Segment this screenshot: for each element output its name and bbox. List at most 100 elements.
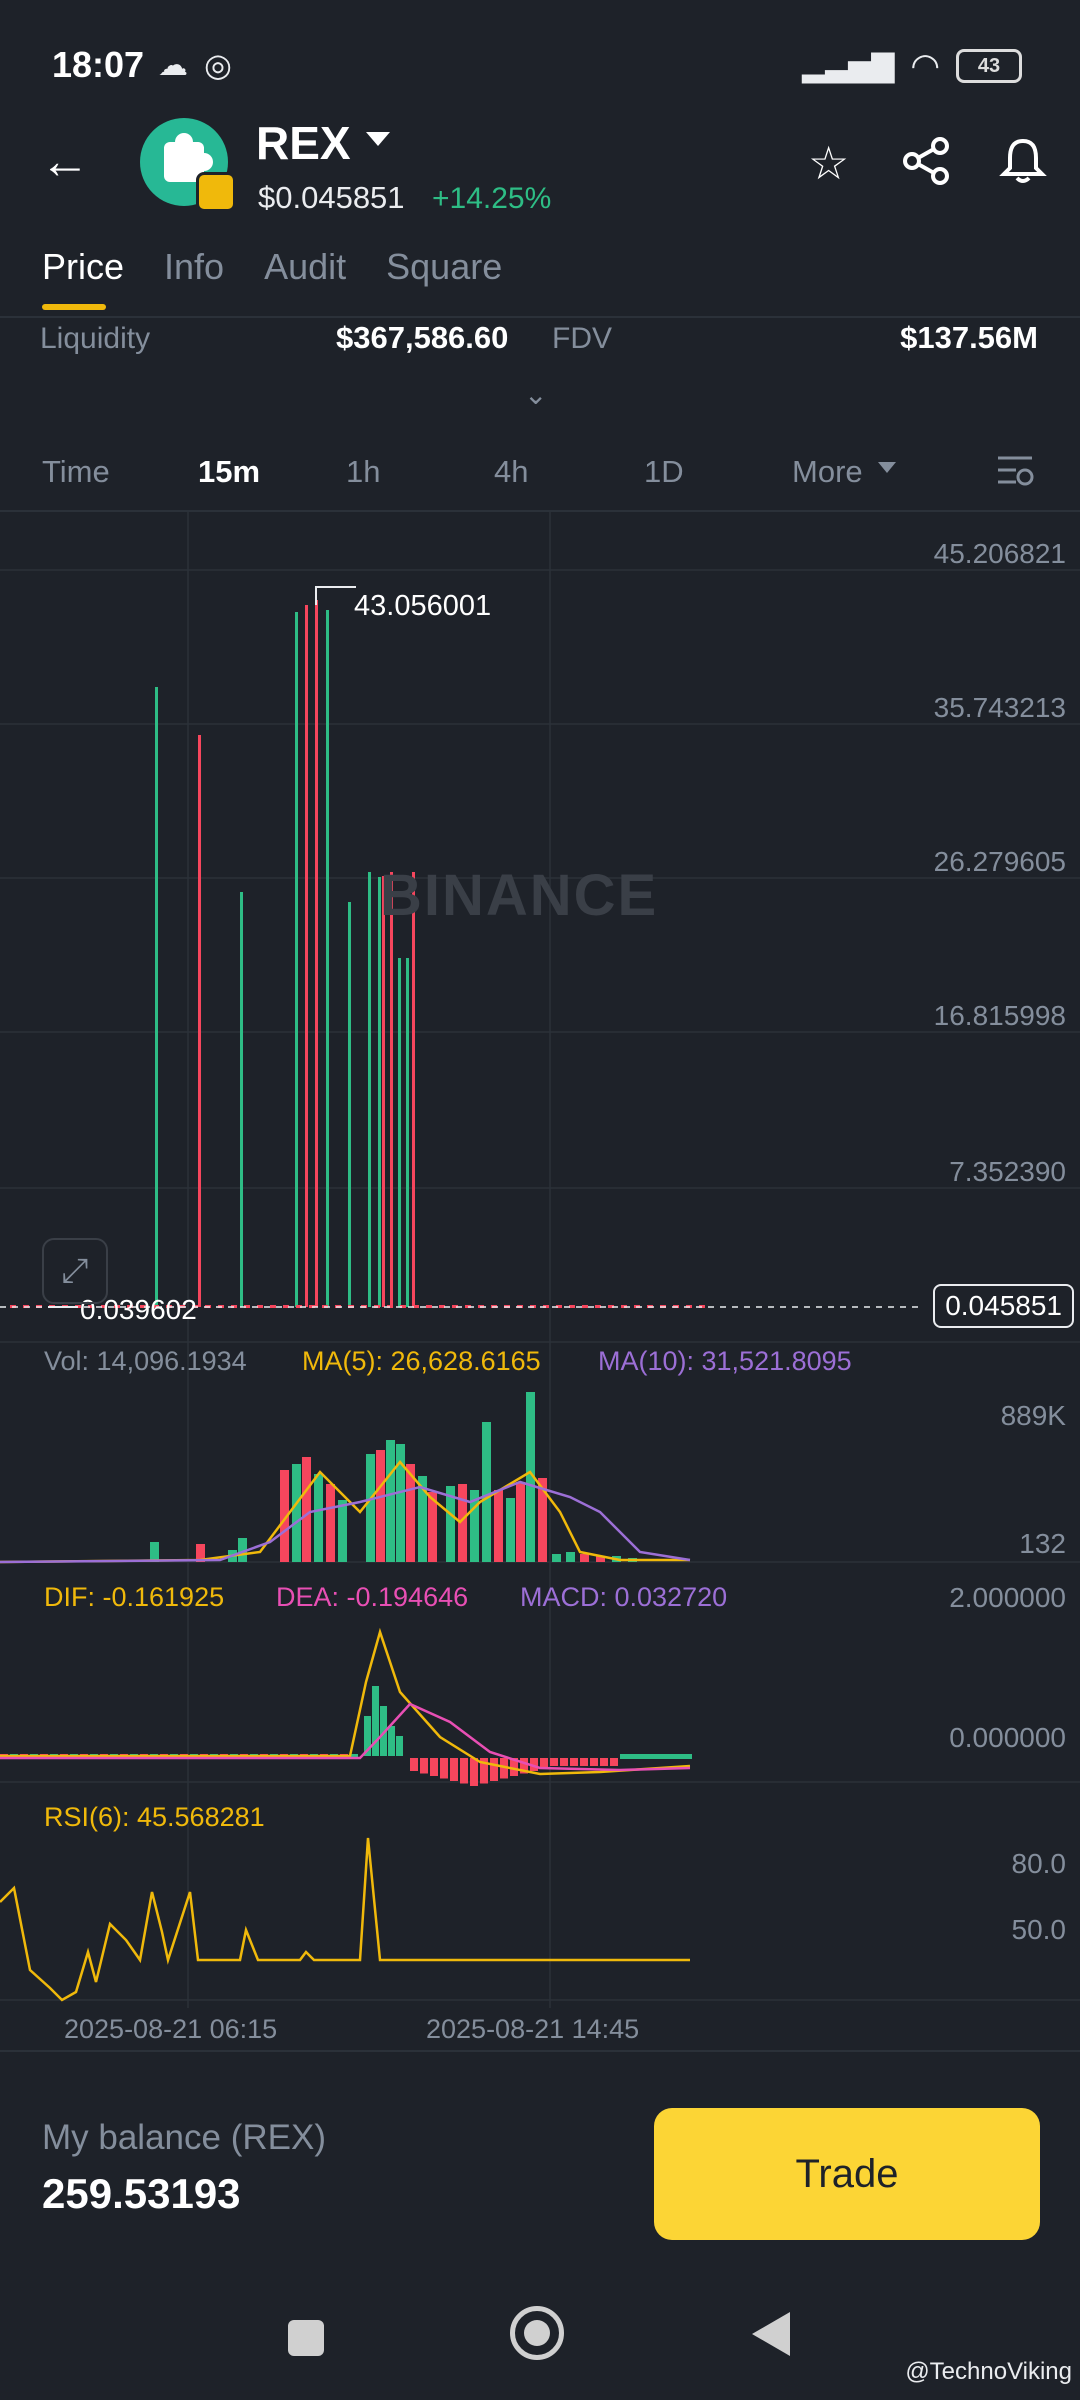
volume-bar bbox=[376, 1450, 385, 1562]
price-axis-label: 26.279605 bbox=[933, 846, 1066, 877]
volume-bar bbox=[516, 1482, 525, 1562]
candle bbox=[382, 876, 385, 1307]
macd-bar bbox=[420, 1758, 428, 1774]
candle bbox=[270, 1305, 276, 1308]
candle bbox=[398, 958, 401, 1307]
interval-1d[interactable]: 1D bbox=[644, 454, 684, 490]
volume-axis-bottom: 132 bbox=[1019, 1528, 1066, 1559]
liquidity-value: $367,586.60 bbox=[336, 320, 509, 355]
dif-line bbox=[0, 1627, 691, 1776]
star-icon[interactable]: ☆ bbox=[808, 136, 849, 190]
share-icon[interactable] bbox=[902, 136, 952, 197]
candle bbox=[326, 610, 329, 1307]
ma5-label: MA(5): 26,628.6165 bbox=[302, 1346, 541, 1376]
candle bbox=[155, 687, 158, 1307]
dea-label: DEA: -0.194646 bbox=[276, 1582, 469, 1612]
bottom-divider bbox=[0, 2050, 1080, 2052]
recents-nav-icon[interactable] bbox=[288, 2320, 324, 2356]
candle bbox=[368, 872, 371, 1307]
volume-bar bbox=[494, 1490, 503, 1562]
price-axis-label: 7.352390 bbox=[949, 1156, 1066, 1187]
price-axis-label: 16.815998 bbox=[933, 1000, 1066, 1031]
chart-settings-icon[interactable] bbox=[996, 450, 1036, 498]
macd-bar bbox=[490, 1758, 498, 1781]
price-axis-label: 45.206821 bbox=[933, 538, 1066, 569]
vol-label: Vol: 14,096.1934 bbox=[44, 1346, 247, 1376]
candle-series bbox=[10, 600, 705, 1308]
interval-15m[interactable]: 15m bbox=[198, 454, 260, 490]
high-pointer-line bbox=[315, 586, 356, 605]
token-name[interactable]: REX bbox=[256, 116, 351, 170]
macd-bar bbox=[600, 1758, 608, 1766]
candle bbox=[412, 872, 415, 1307]
tab-bar: Price Info Audit Square bbox=[42, 246, 502, 310]
macd-bar bbox=[388, 1726, 395, 1756]
candle bbox=[406, 958, 409, 1307]
home-nav-icon[interactable] bbox=[510, 2306, 564, 2360]
macd-bar bbox=[430, 1758, 438, 1776]
binance-watermark: BINANCE bbox=[380, 863, 659, 928]
volume-bar bbox=[386, 1440, 395, 1562]
price-axis-label: 35.743213 bbox=[933, 692, 1066, 723]
caret-down-icon[interactable] bbox=[366, 132, 390, 146]
tab-divider bbox=[0, 316, 1080, 318]
tab-square[interactable]: Square bbox=[386, 246, 502, 288]
macd-histogram bbox=[0, 1686, 692, 1786]
macd-bar bbox=[450, 1758, 458, 1781]
volume-bar bbox=[292, 1464, 301, 1562]
candle bbox=[390, 872, 393, 1307]
more-caret-icon[interactable] bbox=[878, 462, 896, 473]
token-price: $0.045851 bbox=[258, 180, 405, 215]
candle bbox=[240, 892, 243, 1307]
interval-more[interactable]: More bbox=[792, 454, 863, 490]
price-change: +14.25% bbox=[432, 182, 552, 215]
volume-bar bbox=[482, 1422, 491, 1562]
back-arrow-icon[interactable]: ← bbox=[40, 132, 90, 190]
macd-bar bbox=[620, 1754, 692, 1759]
macd-bar bbox=[580, 1758, 588, 1766]
battery-icon: 43 bbox=[956, 49, 1022, 83]
signal-icon: ▂▃▅▇ bbox=[802, 49, 895, 83]
candle bbox=[198, 735, 201, 1307]
macd-bar bbox=[560, 1758, 568, 1766]
volume-bar bbox=[150, 1542, 159, 1562]
volume-bar bbox=[366, 1454, 375, 1562]
dif-label: DIF: -0.161925 bbox=[44, 1582, 225, 1612]
date-label: 2025-08-21 06:15 bbox=[64, 2014, 278, 2044]
high-price-label: 43.056001 bbox=[354, 590, 492, 622]
candle bbox=[378, 877, 381, 1307]
interval-time[interactable]: Time bbox=[42, 454, 110, 490]
trade-button[interactable]: Trade bbox=[654, 2108, 1040, 2240]
candle bbox=[315, 600, 318, 1307]
volume-bar bbox=[326, 1484, 335, 1562]
bell-icon[interactable] bbox=[998, 136, 1048, 197]
interval-1h[interactable]: 1h bbox=[346, 454, 380, 490]
rsi-label: RSI(6): 45.568281 bbox=[44, 1802, 265, 1832]
fdv-value: $137.56M bbox=[900, 320, 1038, 355]
volume-bar bbox=[566, 1552, 575, 1562]
back-nav-icon[interactable] bbox=[752, 2312, 790, 2356]
macd-bar bbox=[396, 1736, 403, 1756]
chevron-down-icon[interactable]: ⌄ bbox=[524, 378, 547, 411]
status-time: 18:07 bbox=[52, 44, 145, 85]
macd-bar bbox=[410, 1758, 418, 1771]
share-glyph bbox=[903, 137, 949, 185]
macd-bar bbox=[470, 1758, 478, 1786]
interval-4h[interactable]: 4h bbox=[494, 454, 528, 490]
macd-bar bbox=[550, 1758, 558, 1766]
date-label: 2025-08-21 14:45 bbox=[426, 2014, 640, 2044]
balance-label: My balance (REX) bbox=[42, 2118, 326, 2157]
rsi-axis-80: 80.0 bbox=[1011, 1848, 1067, 1879]
status-icons: ▂▃▅▇ ◠ 43 bbox=[802, 46, 1022, 86]
tab-audit[interactable]: Audit bbox=[264, 246, 346, 288]
tab-price[interactable]: Price bbox=[42, 246, 124, 310]
macd-bar bbox=[440, 1758, 448, 1779]
tab-info[interactable]: Info bbox=[164, 246, 224, 288]
rsi-axis-50: 50.0 bbox=[1011, 1914, 1067, 1945]
watermark-credit: @TechnoViking bbox=[905, 2358, 1072, 2385]
macd-label: MACD: 0.032720 bbox=[520, 1582, 728, 1612]
candle bbox=[295, 612, 298, 1307]
expand-icon[interactable]: ⤢ bbox=[42, 1238, 108, 1304]
macd-bar bbox=[590, 1758, 598, 1766]
volume-bar bbox=[338, 1500, 347, 1562]
